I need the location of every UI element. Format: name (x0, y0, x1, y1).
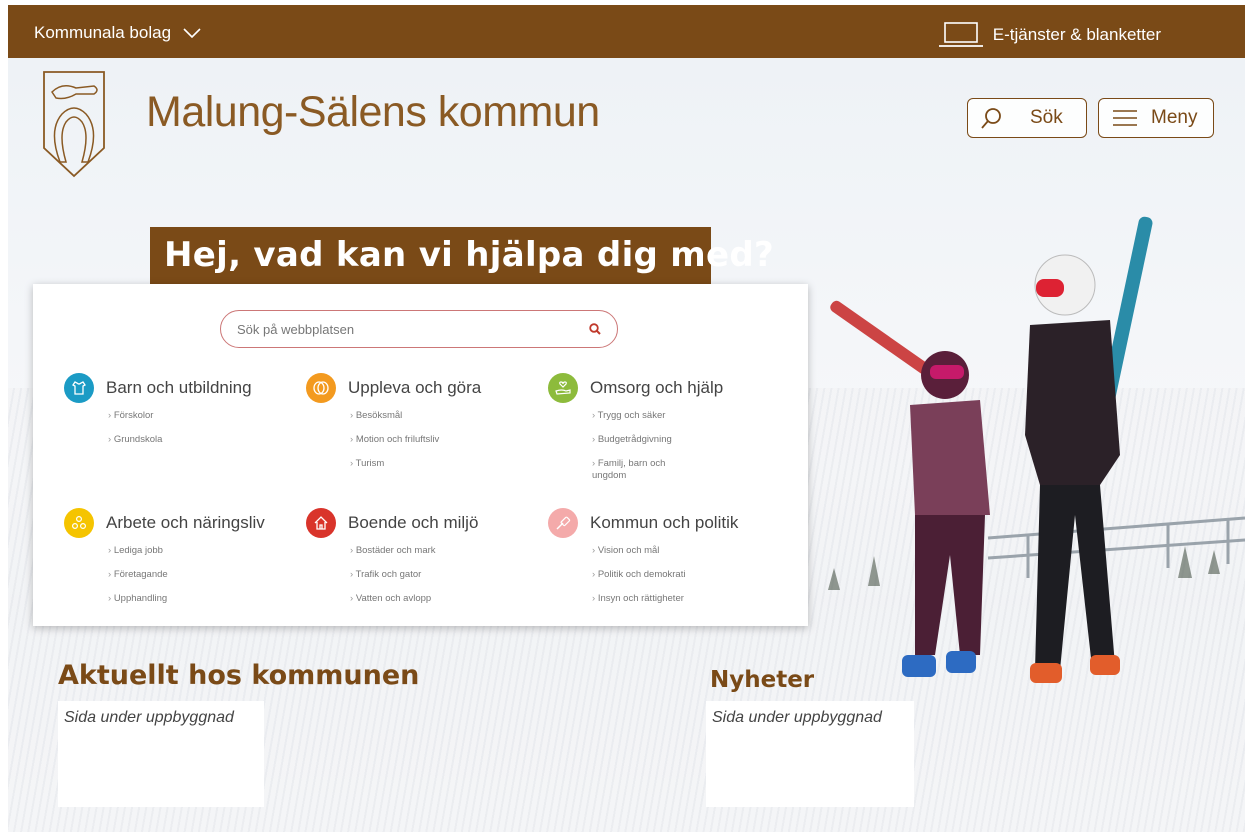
shirt-icon (64, 373, 94, 403)
category-link[interactable]: Bostäder och mark (350, 545, 478, 557)
category-link[interactable]: Förskolor (108, 410, 252, 422)
category-heading[interactable]: Uppleva och göra (306, 373, 481, 403)
skiers-illustration (830, 216, 1153, 683)
category-link[interactable]: Familj, barn och ungdom (592, 458, 702, 482)
category-link[interactable]: Politik och demokrati (592, 569, 738, 581)
category-title: Arbete och näringsliv (106, 513, 265, 532)
category-boende-och-miljo: Boende och miljö Bostäder och mark Trafi… (306, 508, 478, 617)
hamburger-menu-icon (1113, 110, 1137, 126)
search-icon (981, 108, 1001, 129)
category-kommun-och-politik: Kommun och politik Vision och mål Politi… (548, 508, 738, 617)
people-icon (64, 508, 94, 538)
category-title: Kommun och politik (590, 513, 739, 532)
search-button-label: Sök (1030, 107, 1063, 128)
category-link[interactable]: Vatten och avlopp (350, 593, 478, 605)
category-link[interactable]: Besöksmål (350, 410, 481, 422)
category-heading[interactable]: Kommun och politik (548, 508, 738, 538)
category-link[interactable]: Turism (350, 458, 481, 470)
category-heading[interactable]: Arbete och näringsliv (64, 508, 265, 538)
category-uppleva-och-gora: Uppleva och göra Besöksmål Motion och fr… (306, 373, 481, 482)
site-brand-name[interactable]: Malung-Sälens kommun (146, 88, 600, 137)
e-tjanster-label: E-tjänster & blanketter (992, 25, 1161, 44)
category-link[interactable]: Lediga jobb (108, 545, 265, 557)
category-link[interactable]: Företagande (108, 569, 265, 581)
site-search-box[interactable] (220, 310, 618, 348)
category-link[interactable]: Vision och mål (592, 545, 738, 557)
category-link[interactable]: Trafik och gator (350, 569, 478, 581)
category-omsorg-och-hjalp: Omsorg och hjälp Trygg och säker Budgetr… (548, 373, 723, 494)
kommunala-bolag-label: Kommunala bolag (34, 23, 172, 42)
kommunala-bolag-dropdown[interactable]: Kommunala bolag (34, 23, 201, 43)
aktuellt-heading: Aktuellt hos kommunen (58, 660, 420, 691)
category-link[interactable]: Insyn och rättigheter (592, 593, 738, 605)
category-heading[interactable]: Barn och utbildning (64, 373, 252, 403)
category-link[interactable]: Trygg och säker (592, 410, 723, 422)
category-link[interactable]: Upphandling (108, 593, 265, 605)
site-search-input[interactable] (237, 321, 557, 337)
category-title: Boende och miljö (348, 513, 479, 532)
laptop-icon (938, 22, 983, 47)
heart-hand-icon (548, 373, 578, 403)
theater-masks-icon (306, 373, 336, 403)
e-tjanster-link[interactable]: E-tjänster & blanketter (938, 22, 1161, 48)
category-link[interactable]: Grundskola (108, 434, 252, 446)
menu-button-label: Meny (1151, 107, 1198, 128)
category-title: Uppleva och göra (348, 378, 482, 397)
header-search-button[interactable]: Sök (967, 98, 1087, 138)
category-heading[interactable]: Omsorg och hjälp (548, 373, 723, 403)
hero-heading: Hej, vad kan vi hjälpa dig med? (150, 227, 774, 284)
category-arbete-och-naringsliv: Arbete och näringsliv Lediga jobb Företa… (64, 508, 265, 617)
municipality-crest-logo[interactable] (42, 70, 106, 178)
category-link[interactable]: Budgetrådgivning (592, 434, 723, 446)
header-menu-button[interactable]: Meny (1098, 98, 1214, 138)
category-title: Omsorg och hjälp (590, 378, 724, 397)
aktuellt-card: Sida under uppbyggnad (58, 701, 264, 807)
search-icon[interactable] (589, 323, 601, 335)
chevron-down-icon (183, 28, 201, 38)
category-heading[interactable]: Boende och miljö (306, 508, 478, 538)
nyheter-card: Sida under uppbyggnad (706, 701, 914, 807)
category-link[interactable]: Motion och friluftsliv (350, 434, 481, 446)
nyheter-heading: Nyheter (710, 667, 815, 693)
top-bar: Kommunala bolag E-tjänster & blanketter (8, 5, 1245, 58)
gavel-icon (548, 508, 578, 538)
quick-nav-panel: Barn och utbildning Förskolor Grundskola… (33, 284, 808, 626)
category-title: Barn och utbildning (106, 378, 252, 397)
house-icon (306, 508, 336, 538)
category-barn-och-utbildning: Barn och utbildning Förskolor Grundskola (64, 373, 252, 458)
